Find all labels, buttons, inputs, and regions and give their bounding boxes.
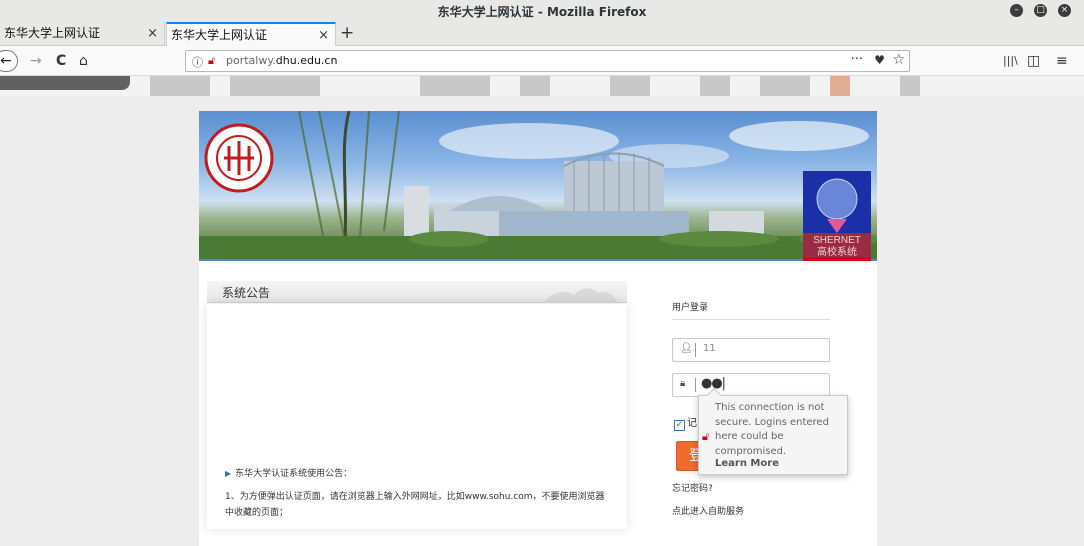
blurred-bookmark [420, 76, 490, 96]
insecure-login-popup[interactable]: 🔓︎ This connection is not secure. Logins… [698, 387, 848, 475]
lock-icon: 🔒︎ [680, 378, 686, 389]
campus-banner-image: SHERNET 高校系统 [199, 111, 877, 261]
username-field[interactable]: 👤︎ 11 [672, 338, 830, 362]
blurred-bookmark [230, 76, 320, 96]
window-title: 东华大学上网认证 - Mozilla Firefox [437, 5, 647, 19]
blurred-bookmark [760, 76, 810, 96]
insecure-lock-icon: 🔓︎ [702, 430, 710, 443]
bookmarks-bar [0, 76, 1084, 96]
tab-active[interactable]: 东华大学上网认证 × [166, 22, 336, 47]
notice-list-item[interactable]: ▶ 东华大学认证系统使用公告： [225, 466, 352, 479]
notice-title: 系统公告 [222, 286, 271, 300]
portal-container: SHERNET 高校系统 系统公告 ▶ 东华大学认证系统使用公告： 1、为方便弹出… [199, 111, 877, 546]
password-field[interactable]: 🔒︎ ●●| [672, 373, 830, 397]
notice-paragraph: 1、为方便弹出认证页面，请在浏览器上输入外网网址，比如www.sohu.com，… [225, 492, 605, 518]
page-actions-button[interactable]: ··· [851, 52, 863, 67]
blurred-bookmark [150, 76, 210, 96]
forgot-password-link[interactable]: 忘记密码? [672, 481, 713, 494]
banner-illustration: SHERNET 高校系统 [199, 111, 877, 261]
minimize-icon[interactable]: – [1010, 4, 1023, 17]
maximize-icon[interactable]: □ [1034, 4, 1047, 17]
pocket-icon[interactable]: ♥ [874, 53, 885, 67]
close-icon[interactable]: × [1058, 4, 1071, 17]
remember-me-checkbox[interactable]: ✓ 记 [674, 414, 697, 431]
blurred-bookmark [900, 76, 920, 96]
notice-body: ▶ 东华大学认证系统使用公告： 1、为方便弹出认证页面，请在浏览器上输入外网网址，… [207, 304, 627, 529]
tab-label: 东华大学上网认证 [4, 26, 101, 40]
info-icon[interactable]: ⓘ [192, 54, 203, 70]
checkbox-checked-icon[interactable]: ✓ [674, 420, 685, 431]
menu-icon[interactable]: ≡ [1056, 52, 1068, 70]
blurred-bookmark [0, 76, 130, 90]
library-icon[interactable]: |||\ [1003, 52, 1018, 70]
bullet-triangle-icon: ▶ [225, 469, 232, 478]
tab-label: 东华大学上网认证 [171, 28, 268, 42]
home-button[interactable]: ⌂ [79, 52, 88, 70]
remember-label: 记 [687, 418, 697, 429]
learn-more-link[interactable]: Learn More [715, 458, 779, 469]
shernet-text: SHERNET [813, 235, 861, 246]
new-tab-button[interactable]: + [340, 22, 354, 44]
blurred-bookmark [520, 76, 550, 96]
blurred-bookmark [700, 76, 730, 96]
university-seal-logo [204, 123, 274, 193]
username-value[interactable]: 11 [703, 343, 716, 354]
url-text[interactable]: portalwy.dhu.edu.cn [226, 54, 337, 67]
web-page: SHERNET 高校系统 系统公告 ▶ 东华大学认证系统使用公告： 1、为方便弹出… [0, 96, 1084, 546]
sidebar-icon[interactable]: ◫ [1027, 52, 1040, 70]
self-service-link[interactable]: 点此进入自助服务 [672, 504, 744, 517]
cloud-decoration-icon [544, 288, 617, 302]
shernet-logo: SHERNET 高校系统 [803, 171, 871, 261]
reload-button[interactable]: C [56, 52, 66, 70]
blurred-bookmark [610, 76, 650, 96]
login-title: 用户登录 [672, 303, 709, 313]
tab-inactive[interactable]: 东华大学上网认证 × [0, 22, 165, 46]
navigation-toolbar: ← → C ⌂ ⓘ 🔓︎ portalwy.dhu.edu.cn ··· ♥ ☆… [0, 46, 1084, 76]
tab-strip: 东华大学上网认证 × 东华大学上网认证 × + [0, 22, 1084, 47]
popup-message: This connection is not secure. Logins en… [715, 402, 829, 457]
login-divider [672, 319, 830, 320]
bookmark-star-icon[interactable]: ☆ [892, 52, 905, 68]
field-separator [695, 378, 696, 392]
back-button[interactable]: ← [0, 50, 18, 72]
tab-close-icon[interactable]: × [318, 24, 329, 47]
tab-close-icon[interactable]: × [147, 22, 158, 45]
notice-header: 系统公告 [207, 281, 627, 303]
window-titlebar: 东华大学上网认证 - Mozilla Firefox – □ × [0, 0, 1084, 22]
field-separator [695, 343, 696, 357]
insecure-lock-icon[interactable]: 🔓︎ [208, 54, 215, 68]
notice-item-text: 东华大学认证系统使用公告： [235, 469, 353, 479]
url-bar[interactable]: ⓘ 🔓︎ portalwy.dhu.edu.cn ··· ♥ ☆ [185, 50, 910, 72]
shernet-subtext: 高校系统 [817, 245, 857, 258]
blurred-bookmark [830, 76, 850, 96]
forward-button[interactable]: → [30, 52, 42, 70]
user-icon: 👤︎ [680, 343, 693, 354]
